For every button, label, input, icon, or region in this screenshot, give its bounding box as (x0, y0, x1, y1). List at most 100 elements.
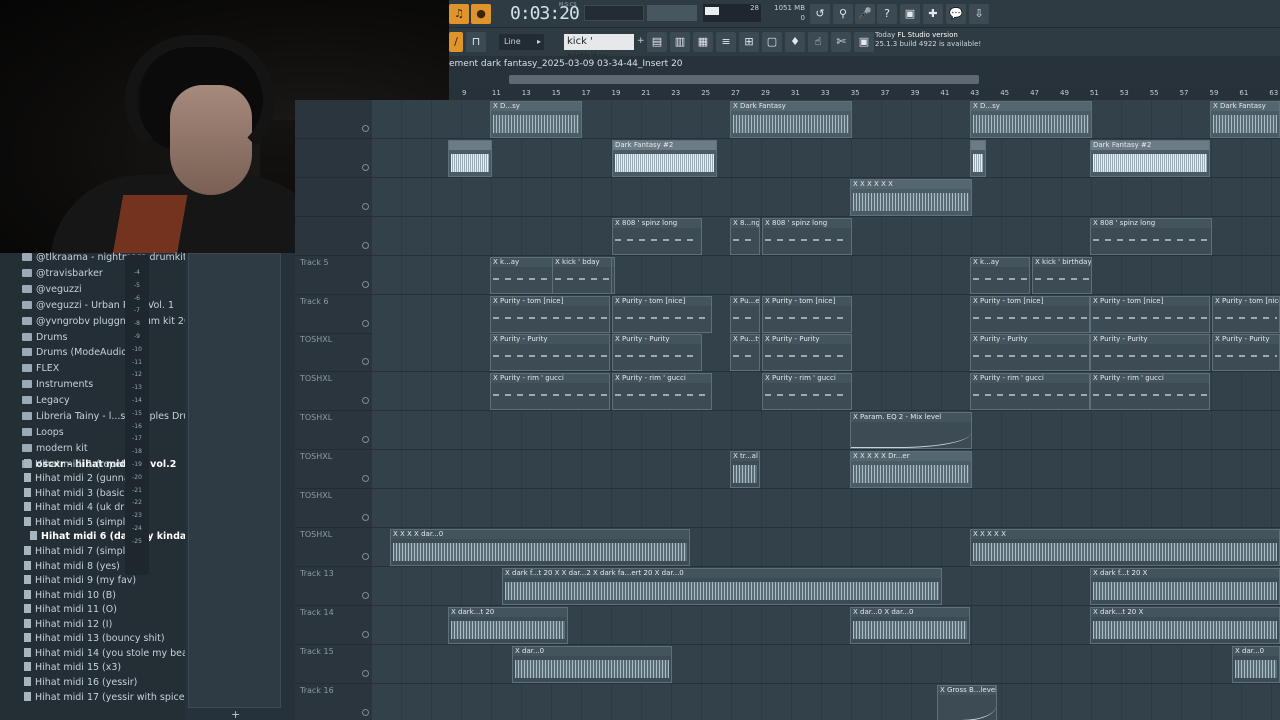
browser-file[interactable]: Hihat midi 2 (gunna) (24, 471, 133, 486)
playlist-clip[interactable]: X Purity - tom [nice] (1090, 295, 1210, 333)
record-mode-icon[interactable]: ● (471, 4, 491, 24)
browser-folder[interactable]: @tlkraama - nightmare drumkit (22, 250, 187, 265)
track-mute-icon[interactable] (362, 202, 369, 210)
playlist-clip[interactable]: X X X X X (970, 528, 1280, 566)
plugin-picker-icon[interactable]: ♦ (785, 32, 805, 52)
pattern-add-icon[interactable]: + (637, 36, 645, 46)
browser-file[interactable]: Hihat midi 17 (yessir with spice) (24, 690, 188, 705)
project-info-icon[interactable]: ▢ (762, 32, 782, 52)
playlist-clip[interactable]: X Param. EQ 2 - Mix level (850, 412, 972, 450)
browser-file[interactable]: Hihat midi 3 (basic af) (24, 486, 140, 501)
playlist-track-row[interactable] (372, 489, 1280, 528)
playlist-clip[interactable]: X dar...0 (512, 645, 672, 683)
playlist-clip[interactable]: X Purity - tom [nice] (612, 295, 712, 333)
playlist-clip[interactable]: X Purity - Purity (1212, 334, 1280, 372)
track-header[interactable]: Track 13 (295, 567, 372, 606)
browser-folder[interactable]: @travisbarker (22, 266, 103, 281)
master-volume-slider[interactable] (584, 5, 644, 21)
pattern-selector[interactable]: kick ' birthday (564, 34, 634, 63)
track-mute-icon[interactable] (362, 436, 369, 444)
playlist-clip[interactable]: X Purity - tom [nice] (970, 295, 1090, 333)
browser-file[interactable]: Hihat midi 12 (I) (24, 617, 112, 632)
playlist-clip[interactable]: X Purity - Purity (762, 334, 852, 372)
playlist-clip[interactable]: X dark f...t 20 X (1090, 567, 1280, 605)
scrollbar-thumb[interactable] (509, 75, 979, 84)
track-header[interactable]: Track 15 (295, 645, 372, 684)
browser-file[interactable]: Hihat midi 10 (B) (24, 588, 116, 603)
track-header[interactable]: Track 16 (295, 684, 372, 720)
playlist-clip[interactable]: X 808 ' spinz long (612, 217, 702, 255)
track-header[interactable] (295, 217, 372, 256)
browser-file[interactable]: Hihat midi 6 (dababy kinda) (30, 529, 191, 544)
track-mute-icon[interactable] (362, 708, 369, 716)
browser-folder[interactable]: modern kit (22, 441, 88, 456)
playlist-clip[interactable]: X Purity - rim ' gucci (762, 373, 852, 411)
track-mute-icon[interactable] (362, 591, 369, 599)
playlist-icon[interactable]: ▤ (647, 32, 667, 52)
track-mute-icon[interactable] (362, 163, 369, 171)
plugin-icon[interactable]: ✚ (923, 4, 943, 24)
browser-file[interactable]: Hihat midi 4 (uk drill) (24, 500, 136, 515)
track-header[interactable]: TOSHXL (295, 528, 372, 567)
mixer-icon[interactable]: ≡ (716, 32, 736, 52)
track-mute-icon[interactable] (362, 397, 369, 405)
playlist-clip[interactable]: X D...sy (490, 101, 582, 138)
channel-rack-icon[interactable]: ▦ (693, 32, 713, 52)
playlist-clip[interactable]: X X X X X Dr...er (850, 451, 972, 489)
track-mute-icon[interactable] (362, 125, 369, 132)
playlist-clip[interactable]: X Purity - tom [nice] (762, 295, 852, 333)
track-header[interactable] (295, 178, 372, 217)
browser-folder[interactable]: Legacy (22, 393, 70, 408)
browser-folder[interactable]: Drums (22, 330, 67, 345)
track-mute-icon[interactable] (362, 358, 369, 366)
browser-file[interactable]: Hihat midi 14 (you stole my beans) (24, 646, 203, 661)
browser-file[interactable]: Hihat midi 9 (my fav) (24, 573, 136, 588)
track-header[interactable]: Track 6 (295, 295, 372, 334)
playlist-clip[interactable]: X Dark Fantasy (1210, 101, 1280, 138)
track-header[interactable]: TOSHXL (295, 450, 372, 490)
playlist-clip[interactable]: X k...ay (970, 256, 1030, 294)
playlist-clip[interactable]: X kick ' birthday (1032, 256, 1092, 294)
playlist-clip[interactable]: X dark...t 20 X (1090, 606, 1280, 644)
track-header[interactable]: TOSHXL (295, 411, 372, 451)
pattern-song-mode-icon[interactable]: ♫ (449, 4, 469, 24)
playlist-clip[interactable]: X 808 ' spinz long (1090, 217, 1212, 255)
playlist-clip[interactable]: X 8...ng (730, 217, 760, 255)
playlist-clip[interactable]: X Purity - rim ' gucci (612, 373, 712, 411)
link-icon[interactable]: ∕ (449, 32, 463, 52)
browser-folder[interactable]: Loops (22, 425, 64, 440)
playlist-clip[interactable]: X dark...t 20 (448, 606, 568, 644)
playlist-clip[interactable]: X Purity - tom [nice] (490, 295, 610, 333)
snap-magnet-icon[interactable]: ⊓ (466, 32, 486, 52)
playlist-grid[interactable]: X D...sy X Dark Fantasy X D...sy X Dark Fan… (372, 100, 1280, 720)
track-mute-icon[interactable] (362, 280, 369, 288)
touch-controller-icon[interactable]: ☝ (808, 32, 828, 52)
playlist-clip[interactable] (970, 139, 986, 177)
browser-zoom-scroller[interactable]: -4 -5 -6 -7 -8 -9 -10 -11 -12 -13 -14 -15 -16 -17 -18 -… (125, 255, 149, 575)
playlist-clip[interactable]: X Pu...ty (730, 334, 760, 372)
track-mute-icon[interactable] (362, 630, 369, 638)
browser-file[interactable]: Hihat midi 8 (yes) (24, 559, 120, 574)
playlist-clip[interactable]: X Purity - rim ' gucci (1090, 373, 1210, 411)
playlist-track-row[interactable] (372, 683, 1280, 720)
stem-separator-icon[interactable]: ✄ (831, 32, 851, 52)
piano-roll-icon[interactable]: ▥ (670, 32, 690, 52)
master-pitch-slider[interactable] (647, 5, 697, 21)
chat-icon[interactable]: 💬 (946, 4, 966, 24)
playlist-clip[interactable]: X Purity - rim ' gucci (490, 373, 610, 411)
playlist-clip[interactable]: X Purity - tom [nice] (1212, 295, 1280, 333)
browser-file[interactable]: Hihat midi 15 (x3) (24, 660, 121, 675)
browser-folder[interactable]: @yvngrobv pluggnb drum kit 2021 (22, 314, 202, 329)
playlist-clip[interactable]: X Purity - Purity (970, 334, 1090, 372)
playlist-clip[interactable]: X kick ' bday (552, 256, 612, 294)
playlist-track-row[interactable] (372, 177, 1280, 217)
playlist-clip[interactable] (448, 139, 492, 177)
playlist-clip[interactable]: X 808 ' spinz long (762, 217, 852, 255)
track-mute-icon[interactable] (362, 514, 369, 521)
playlist-clip[interactable]: X Dark Fantasy (730, 101, 852, 138)
playlist-clip[interactable]: X Pu...e] (730, 295, 760, 333)
track-header[interactable]: TOSHXL (295, 333, 372, 373)
playlist-clip[interactable]: X Purity - rim ' gucci (970, 373, 1090, 411)
playlist-clip[interactable]: X Gross B...level (937, 684, 997, 720)
playlist-clip[interactable]: X dar...0 (1232, 645, 1280, 683)
